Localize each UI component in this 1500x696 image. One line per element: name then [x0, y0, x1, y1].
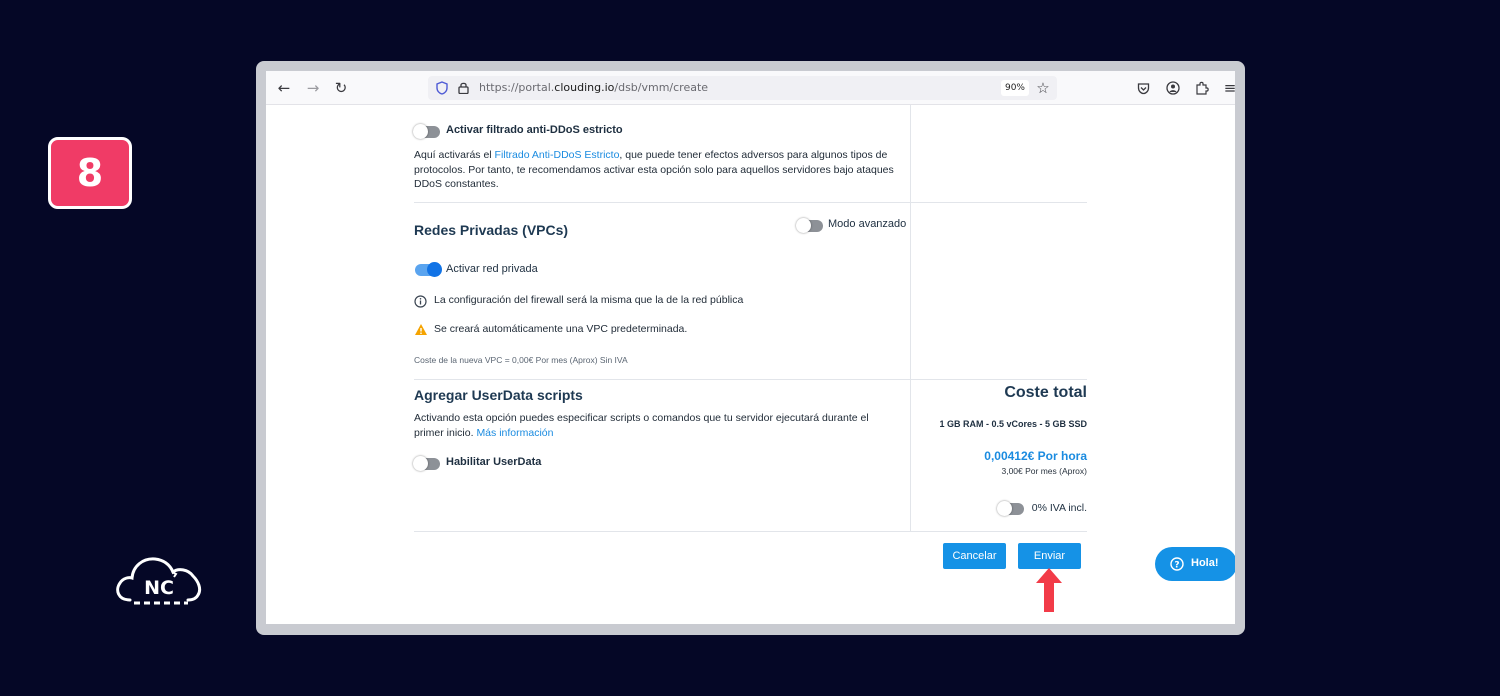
userdata-description: Activando esta opción puedes especificar…	[414, 412, 869, 439]
lock-icon[interactable]	[458, 81, 469, 94]
reload-icon[interactable]: ↻	[332, 79, 350, 97]
url-text[interactable]: https://portal.clouding.io/dsb/vmm/creat…	[479, 81, 708, 94]
total-cost-title: Coste total	[1004, 384, 1087, 401]
vpc-section-title: Redes Privadas (VPCs)	[414, 222, 569, 238]
pointer-arrow-icon	[1036, 568, 1062, 612]
chat-help-button[interactable]: ? Hola!	[1155, 547, 1235, 581]
monthly-price: 3,00€ Por mes (Aprox)	[1001, 466, 1087, 476]
svg-text:?: ?	[1174, 561, 1179, 571]
vat-toggle[interactable]	[997, 501, 1024, 516]
section-divider	[414, 531, 1087, 532]
pocket-icon[interactable]	[1137, 82, 1150, 95]
ddos-info-link[interactable]: Filtrado Anti-DDoS Estricto	[495, 149, 620, 161]
vat-label: 0% IVA incl.	[1031, 502, 1087, 514]
more-info-link[interactable]: Más información	[476, 427, 553, 439]
section-divider	[414, 202, 1087, 203]
private-network-label: Activar red privada	[446, 263, 538, 275]
userdata-toggle-label: Habilitar UserData	[446, 456, 542, 468]
address-bar[interactable]: https://portal.clouding.io/dsb/vmm/creat…	[428, 76, 1057, 100]
userdata-toggle[interactable]	[413, 456, 440, 471]
step-number-badge: 8	[48, 137, 132, 209]
page-content: Activar filtrado anti-DDoS estricto Aquí…	[266, 105, 1235, 624]
section-divider	[414, 379, 1087, 380]
help-icon: ?	[1170, 557, 1184, 571]
nc-logo-text: NC	[144, 577, 174, 599]
menu-icon[interactable]: ≡	[1221, 79, 1235, 97]
browser-toolbar: ← → ↻ https://portal.clouding.io/dsb/vmm…	[266, 71, 1235, 105]
zoom-level[interactable]: 90%	[1001, 80, 1029, 96]
nc-cloud-logo: NC	[116, 557, 202, 605]
userdata-section-title: Agregar UserData scripts	[414, 387, 583, 403]
submit-button[interactable]: Enviar	[1018, 543, 1081, 569]
chat-label: Hola!	[1191, 557, 1219, 569]
advanced-mode-label: Modo avanzado	[828, 218, 907, 230]
firewall-info-text: La configuración del firewall será la mi…	[434, 294, 744, 306]
browser-window: ← → ↻ https://portal.clouding.io/dsb/vmm…	[266, 71, 1235, 624]
cancel-button[interactable]: Cancelar	[943, 543, 1006, 569]
ddos-toggle-label: Activar filtrado anti-DDoS estricto	[446, 124, 623, 136]
server-specs: 1 GB RAM - 0.5 vCores - 5 GB SSD	[939, 419, 1087, 429]
info-icon	[414, 295, 427, 308]
advanced-mode-toggle[interactable]	[796, 218, 823, 233]
warning-icon	[415, 324, 427, 335]
hourly-price: 0,00412€ Por hora	[984, 449, 1087, 463]
bookmark-star-icon[interactable]: ☆	[1034, 79, 1052, 97]
vpc-warning-text: Se creará automáticamente una VPC predet…	[434, 323, 688, 335]
shield-icon[interactable]	[436, 81, 448, 95]
vpc-cost-note: Coste de la nueva VPC = 0,00€ Por mes (A…	[414, 355, 628, 365]
account-icon[interactable]	[1166, 81, 1180, 95]
ddos-toggle[interactable]	[413, 124, 440, 139]
ddos-description: Aquí activarás el Filtrado Anti-DDoS Est…	[414, 149, 894, 190]
column-divider	[910, 105, 911, 531]
private-network-toggle[interactable]	[415, 262, 442, 277]
extensions-icon[interactable]	[1195, 81, 1209, 95]
forward-arrow-icon[interactable]: →	[304, 79, 322, 97]
back-arrow-icon[interactable]: ←	[275, 79, 293, 97]
